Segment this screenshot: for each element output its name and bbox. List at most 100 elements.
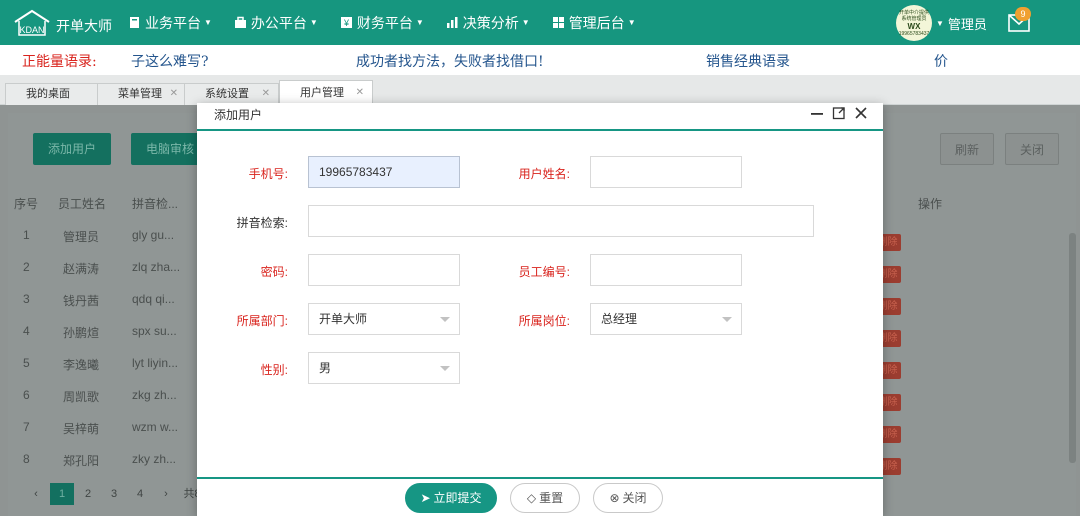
row-name: 赵满涛	[63, 262, 100, 276]
dialog-header: 添加用户	[197, 103, 883, 131]
row-index: 7	[23, 420, 30, 434]
row-name: 孙鹏煊	[63, 326, 100, 340]
department-select[interactable]: 开单大师	[308, 303, 460, 335]
ticker-item: 销售经典语录	[706, 54, 790, 70]
chevron-down-icon: ▼	[521, 18, 530, 27]
briefcase-icon	[234, 16, 246, 28]
row-pinyin: qdq qi...	[132, 292, 175, 306]
tab-label: 我的桌面	[26, 88, 70, 100]
row-index: 5	[23, 356, 30, 370]
maximize-icon[interactable]	[832, 106, 846, 120]
dialog-title: 添加用户	[214, 108, 263, 122]
row-pinyin: wzm w...	[132, 420, 179, 434]
row-name: 郑孔阳	[63, 454, 100, 468]
employee-no-input[interactable]	[590, 254, 742, 286]
nav-finance[interactable]: ¥ 财务平台 ▼	[340, 0, 424, 45]
house-logo-icon: KDAN	[12, 8, 52, 38]
avatar: 开单中介提供 系统管理员 WX 19965783437	[896, 5, 932, 41]
ticker-item: 成功者找方法，失败者找借口!	[356, 54, 544, 70]
post-select[interactable]: 总经理	[590, 303, 742, 335]
avatar-line-3: WX	[907, 21, 921, 31]
department-value: 开单大师	[319, 312, 368, 326]
user-name: 管理员	[947, 16, 987, 32]
nav-admin[interactable]: 管理后台 ▼	[552, 0, 636, 45]
brand-name: 开单大师	[56, 18, 112, 34]
page-4[interactable]: 4	[128, 483, 152, 505]
nav-analysis-label: 决策分析	[462, 14, 519, 31]
refresh-button[interactable]: 刷新	[940, 133, 994, 165]
row-index: 6	[23, 388, 30, 402]
pinyin-label: 拼音检索:	[236, 216, 288, 230]
money-icon: ¥	[340, 17, 352, 28]
user-menu[interactable]: 开单中介提供 系统管理员 WX 19965783437 ▼ 管理员	[896, 5, 987, 41]
post-label: 所属岗位:	[518, 314, 570, 328]
page-1[interactable]: 1	[50, 483, 74, 505]
row-pinyin: spx su...	[132, 324, 177, 338]
row-pinyin: gly gu...	[132, 228, 175, 242]
next-page-icon[interactable]: ›	[154, 483, 178, 505]
add-user-button[interactable]: 添加用户	[33, 133, 111, 165]
ticker-item: 价	[934, 54, 948, 70]
close-icon[interactable]: ✕	[262, 84, 270, 104]
send-icon: ➤	[420, 491, 431, 505]
row-pinyin: lyt liyin...	[132, 356, 179, 370]
eraser-icon: ◇	[526, 491, 537, 505]
row-index: 1	[23, 228, 30, 242]
tab-desktop[interactable]: 我的桌面	[5, 83, 101, 105]
tab-label: 菜单管理	[118, 88, 162, 100]
row-pinyin: zky zh...	[132, 452, 177, 466]
row-name: 吴梓萌	[63, 422, 100, 436]
add-user-dialog: 添加用户 手机号: 19965783437 用户姓名: 拼音检索: 密码: 员工…	[197, 103, 883, 516]
password-input[interactable]	[308, 254, 460, 286]
nav-analysis[interactable]: 决策分析 ▼	[446, 0, 530, 45]
tab-user-management[interactable]: 用户管理 ✕	[279, 80, 373, 105]
close-icon[interactable]: ✕	[170, 84, 178, 104]
phone-input[interactable]: 19965783437	[308, 156, 460, 188]
chevron-down-icon: ▼	[936, 18, 944, 28]
reset-button[interactable]: ◇ 重置	[510, 483, 580, 513]
chevron-down-icon: ▼	[309, 18, 318, 27]
col-index: 序号	[14, 197, 39, 211]
page-2[interactable]: 2	[76, 483, 100, 505]
department-label: 所属部门:	[236, 314, 288, 328]
row-name: 钱丹茜	[63, 294, 100, 308]
close-label: 关闭	[622, 491, 647, 505]
close-icon[interactable]	[854, 106, 868, 120]
gender-select[interactable]: 男	[308, 352, 460, 384]
pinyin-input[interactable]	[308, 205, 814, 237]
nav-office[interactable]: 办公平台 ▼	[234, 0, 318, 45]
nav-finance-label: 财务平台	[356, 14, 413, 31]
row-name: 周凯歌	[63, 390, 100, 404]
nav-office-label: 办公平台	[250, 14, 307, 31]
row-pinyin: zkg zh...	[132, 388, 177, 402]
page-3[interactable]: 3	[102, 483, 126, 505]
submit-button[interactable]: ➤ 立即提交	[405, 483, 497, 513]
prev-page-icon[interactable]: ‹	[24, 483, 48, 505]
svg-text:¥: ¥	[343, 18, 350, 28]
employee-no-label: 员工编号:	[518, 265, 570, 279]
chevron-down-icon	[440, 317, 450, 322]
nav-business[interactable]: 业务平台 ▼	[128, 0, 212, 45]
tab-label: 系统设置	[205, 88, 249, 100]
ticker-item: 子这么难写?	[131, 54, 209, 70]
username-input[interactable]	[590, 156, 742, 188]
cancel-circle-icon: ⊗	[609, 491, 620, 505]
chevron-down-icon: ▼	[415, 18, 424, 27]
row-index: 2	[23, 260, 30, 274]
minimize-icon[interactable]	[810, 106, 824, 120]
brand-logo[interactable]: KDAN 开单大师	[12, 8, 112, 38]
nav-business-label: 业务平台	[145, 14, 201, 31]
close-icon[interactable]: ✕	[356, 81, 364, 105]
close-page-button[interactable]: 关闭	[1005, 133, 1059, 165]
avatar-line-4: 19965783437	[898, 30, 930, 37]
tab-system-settings[interactable]: 系统设置 ✕	[184, 83, 279, 105]
tab-menu-management[interactable]: 菜单管理 ✕	[97, 83, 187, 105]
row-name: 管理员	[63, 230, 100, 244]
logo-mark-text: KDAN	[19, 25, 44, 35]
ticker-label: 正能量语录:	[22, 54, 97, 70]
scrollbar[interactable]	[1069, 233, 1076, 463]
col-ops: 操作	[918, 197, 943, 211]
dialog-close-button[interactable]: ⊗ 关闭	[593, 483, 663, 513]
main-nav: 业务平台 ▼ 办公平台 ▼ ¥ 财务平台 ▼ 决策分析 ▼ 管理后台 ▼	[128, 0, 658, 45]
book-icon	[130, 17, 139, 28]
